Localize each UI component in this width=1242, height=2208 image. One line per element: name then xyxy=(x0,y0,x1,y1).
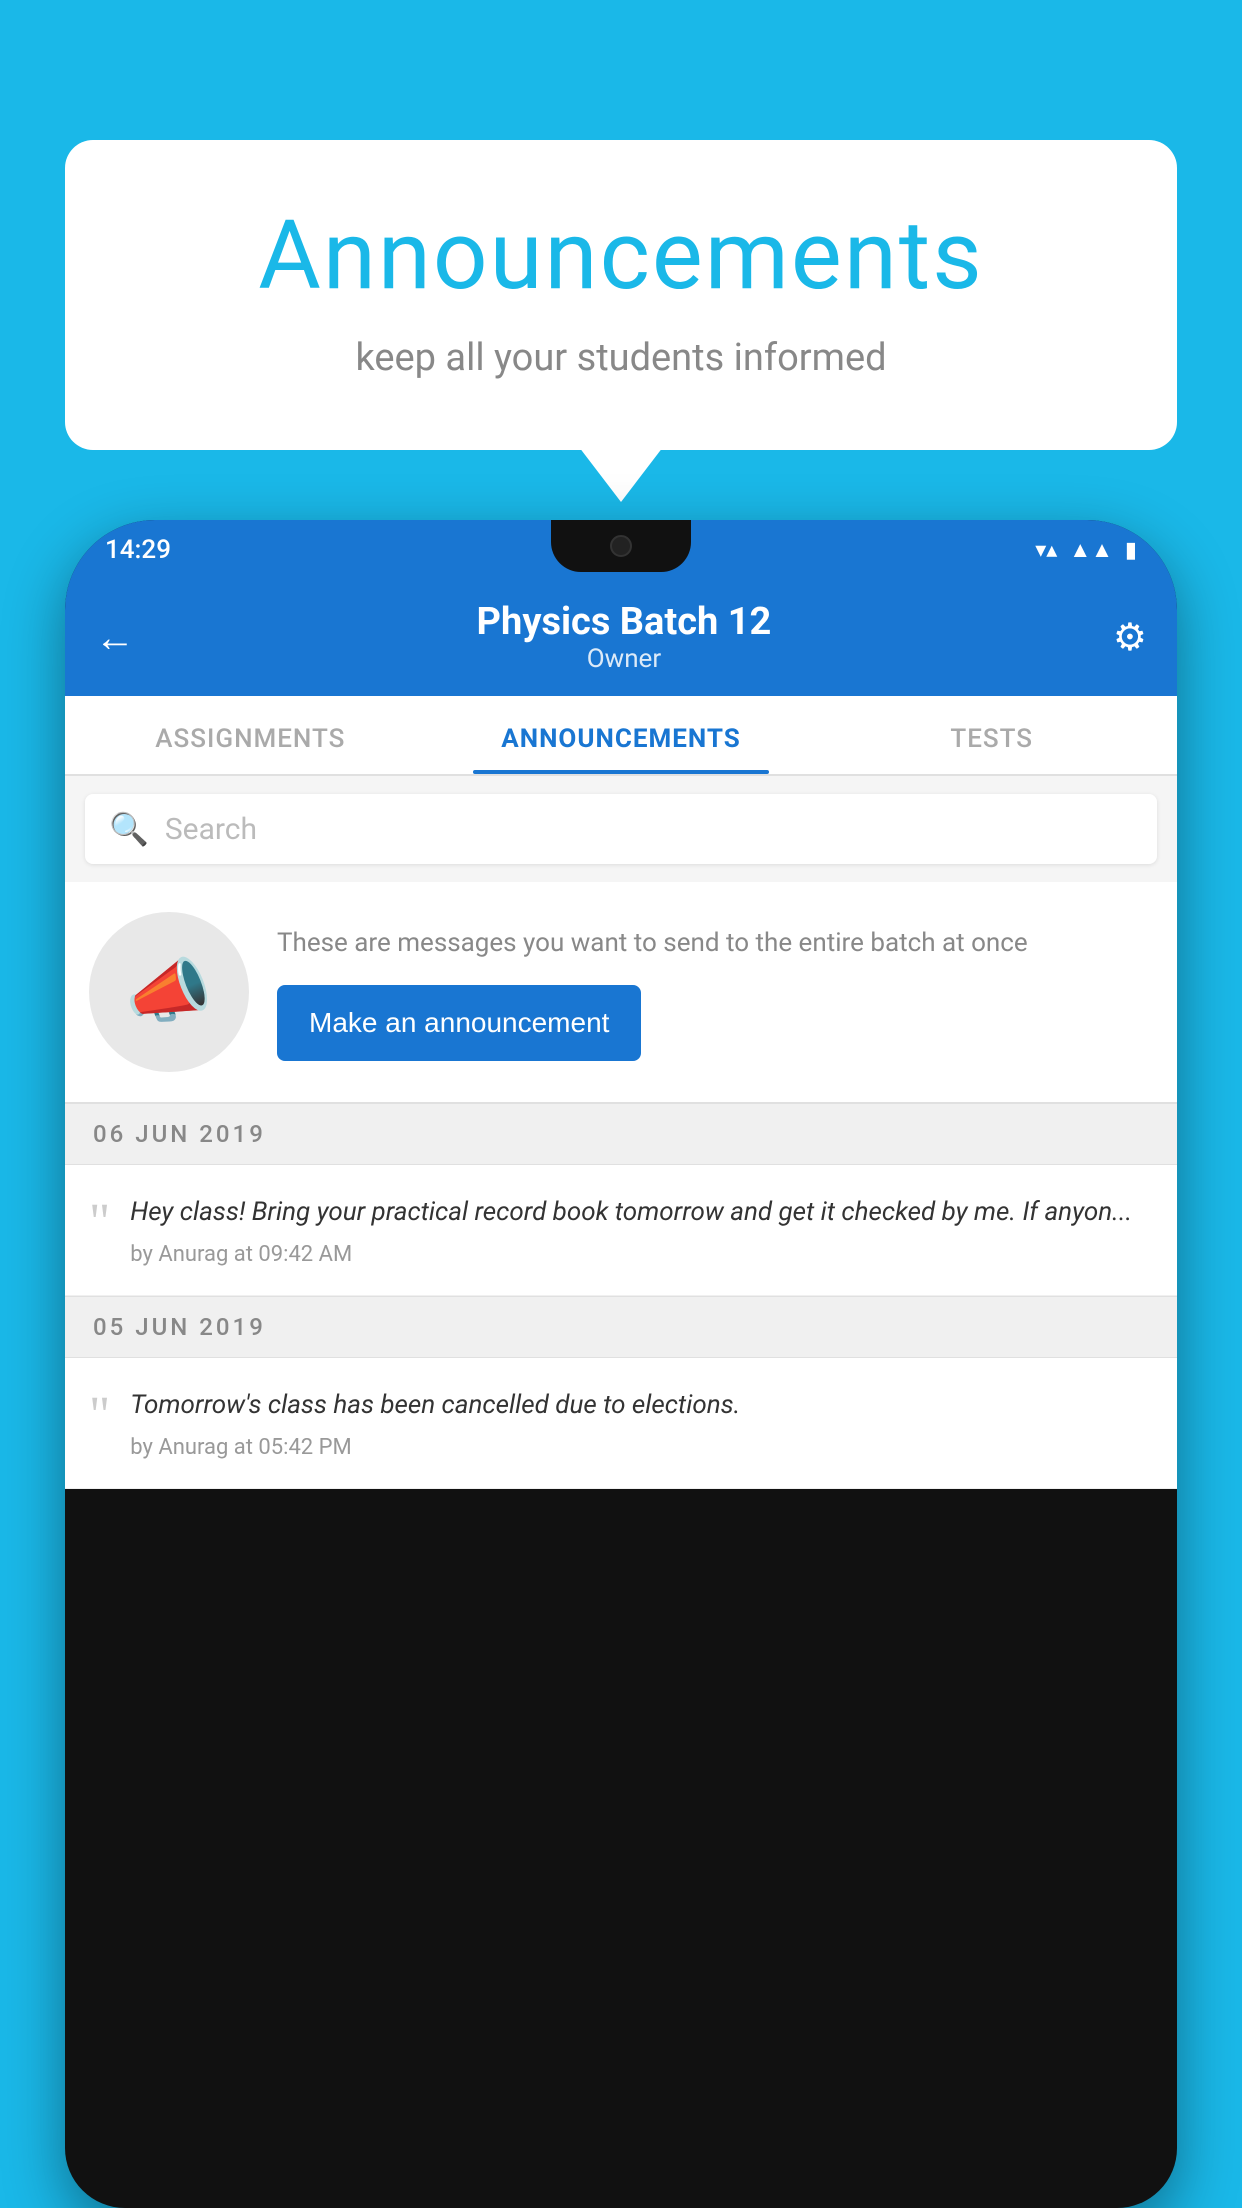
search-bar[interactable]: 🔍 Search xyxy=(85,794,1157,864)
announcement-message-1: Hey class! Bring your practical record b… xyxy=(130,1193,1132,1232)
search-bar-wrapper: 🔍 Search xyxy=(65,776,1177,882)
status-icons: ▾▴ ▲▲ ▮ xyxy=(1035,537,1137,563)
status-bar: 14:29 ▾▴ ▲▲ ▮ xyxy=(65,520,1177,580)
announcement-meta-1: by Anurag at 09:42 AM xyxy=(130,1242,1132,1267)
card-title: Announcements xyxy=(145,200,1097,312)
tab-assignments[interactable]: ASSIGNMENTS xyxy=(65,696,436,774)
batch-role: Owner xyxy=(135,644,1113,674)
make-announcement-button[interactable]: Make an announcement xyxy=(277,985,641,1061)
tab-tests[interactable]: TESTS xyxy=(806,696,1177,774)
announcement-content-2: Tomorrow's class has been cancelled due … xyxy=(130,1386,740,1460)
announcement-meta-2: by Anurag at 05:42 PM xyxy=(130,1435,740,1460)
announcement-item-1[interactable]: " Hey class! Bring your practical record… xyxy=(65,1165,1177,1296)
promo-section: 📣 These are messages you want to send to… xyxy=(65,882,1177,1103)
tabs-bar: ASSIGNMENTS ANNOUNCEMENTS TESTS xyxy=(65,696,1177,776)
date-separator-2: 05 JUN 2019 xyxy=(65,1296,1177,1358)
batch-title: Physics Batch 12 xyxy=(135,600,1113,644)
announcement-card: Announcements keep all your students inf… xyxy=(65,140,1177,450)
phone-frame: 14:29 ▾▴ ▲▲ ▮ ← Physics Batch 12 Owner ⚙… xyxy=(65,520,1177,2208)
announcement-message-2: Tomorrow's class has been cancelled due … xyxy=(130,1386,740,1425)
wifi-icon: ▾▴ xyxy=(1035,538,1057,563)
megaphone-icon: 📣 xyxy=(125,951,212,1033)
date-separator-1: 06 JUN 2019 xyxy=(65,1103,1177,1165)
card-subtitle: keep all your students informed xyxy=(145,336,1097,380)
search-placeholder: Search xyxy=(165,812,257,847)
announcement-item-2[interactable]: " Tomorrow's class has been cancelled du… xyxy=(65,1358,1177,1489)
quote-icon-2: " xyxy=(89,1390,110,1442)
status-time: 14:29 xyxy=(105,535,171,565)
promo-icon-circle: 📣 xyxy=(89,912,249,1072)
tab-announcements[interactable]: ANNOUNCEMENTS xyxy=(436,696,807,774)
back-button[interactable]: ← xyxy=(95,614,135,661)
signal-icon: ▲▲ xyxy=(1069,537,1113,563)
settings-button[interactable]: ⚙ xyxy=(1113,615,1147,660)
phone-screen: 🔍 Search 📣 These are messages you want t… xyxy=(65,776,1177,1489)
phone-camera xyxy=(610,535,632,557)
promo-description: These are messages you want to send to t… xyxy=(277,924,1153,963)
quote-icon-1: " xyxy=(89,1197,110,1249)
announcement-content-1: Hey class! Bring your practical record b… xyxy=(130,1193,1132,1267)
phone-notch xyxy=(551,520,691,572)
promo-content: These are messages you want to send to t… xyxy=(277,924,1153,1061)
search-icon: 🔍 xyxy=(109,810,149,848)
battery-icon: ▮ xyxy=(1125,538,1137,563)
header-title-block: Physics Batch 12 Owner xyxy=(135,600,1113,674)
app-header: ← Physics Batch 12 Owner ⚙ xyxy=(65,580,1177,696)
